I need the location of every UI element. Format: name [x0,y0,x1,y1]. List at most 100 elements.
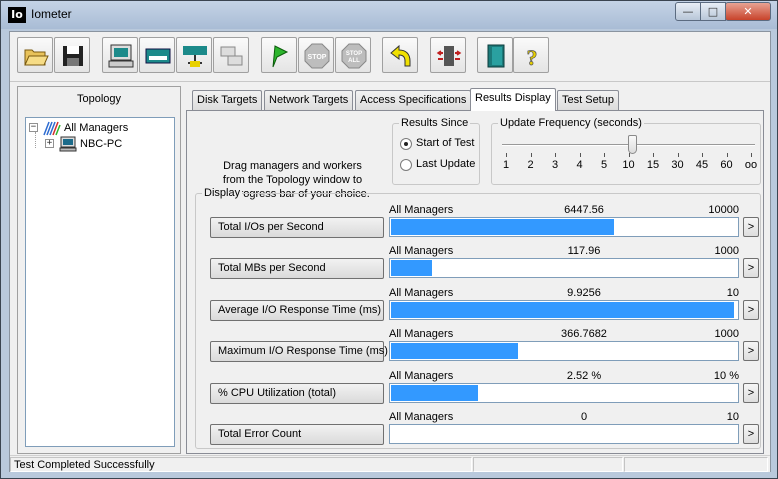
reset-workers-button[interactable] [382,37,418,73]
collapse-icon[interactable]: − [29,123,38,132]
radio-start-of-test-label[interactable]: Start of Test [416,137,475,149]
metric-progress-bar[interactable] [389,424,739,444]
metric-source-label: All Managers [389,245,454,258]
maximize-button[interactable]: □ [700,2,726,21]
question-mark-icon: ? [526,45,538,69]
update-frequency-slider-thumb[interactable] [628,135,637,154]
radio-last-update-label[interactable]: Last Update [416,158,475,170]
metric-source-label: All Managers [389,369,454,382]
close-button[interactable]: ✕ [725,2,771,21]
svg-text:?: ? [527,45,538,69]
stop-button[interactable]: STOP [298,37,334,73]
results-since-group: Results Since Start of Test Last Update [392,116,480,185]
start-disk-worker-button[interactable] [102,37,138,73]
results-display-panel: Drag managers and workers from the Topol… [186,110,764,454]
start-tests-button[interactable] [261,37,297,73]
iometer-app-icon: Io [8,7,26,23]
open-config-button[interactable] [17,37,53,73]
metric-more-button[interactable]: > [743,341,759,362]
update-frequency-group: Update Frequency (seconds) 1 2 3 4 5 10 15 30 45… [491,116,761,185]
about-button[interactable]: ? [513,37,549,73]
title-bar[interactable]: Io Iometer — □ ✕ [1,1,777,29]
save-config-button[interactable] [54,37,90,73]
slider-tick-label: 1 [502,159,510,171]
tabs-area: Disk Targets Network Targets Access Spec… [186,86,764,454]
tab-disk-targets[interactable]: Disk Targets [192,90,263,110]
all-managers-icon [43,121,61,136]
topology-title: Topology [76,93,122,105]
slider-tick-label: 10 [622,159,635,171]
disconnect-icon [220,46,243,66]
disconnect-button[interactable] [213,37,249,73]
slider-tick [751,153,752,157]
metric-select-button[interactable]: Maximum I/O Response Time (ms) [210,341,388,363]
slider-tick [604,153,605,157]
slider-tick-label: 4 [576,159,583,171]
metric-max-label: 1000 [714,245,739,258]
tree-connector [35,132,36,148]
metric-progress-bar[interactable] [389,217,739,237]
metric-value-label: 9.9256 [567,286,601,299]
metric-value-label: 0 [580,411,588,423]
metric-more-button[interactable]: > [743,299,759,320]
status-pane-3 [624,457,768,472]
metric-more-button[interactable]: > [743,382,759,403]
green-door-icon [487,44,505,68]
tab-results-display[interactable]: Results Display [470,88,556,111]
tree-label-all-managers: All Managers [64,122,129,134]
expand-icon[interactable]: + [45,139,54,148]
metric-value-label: 6447.56 [564,204,604,216]
metric-max-label: 1000 [714,328,739,341]
tab-network-targets[interactable]: Network Targets [264,90,354,110]
metric-select-button[interactable]: Total I/Os per Second [210,217,384,238]
slider-tick [555,153,556,157]
client-area: STOP STOP ALL ? Topology − All Managers … [9,31,771,472]
open-door-button[interactable] [477,37,513,73]
slider-tick-label: 3 [551,159,559,171]
metric-progress-bar[interactable] [389,299,739,320]
slider-tick [579,153,581,157]
metric-progress-bar[interactable] [389,341,739,362]
topology-tree[interactable]: − All Managers + NBC-PC [25,117,175,447]
slider-tick [530,153,532,157]
metric-more-button[interactable]: > [743,424,759,444]
metric-select-button[interactable]: Total MBs per Second [210,258,384,280]
tab-access-specifications[interactable]: Access Specifications [355,90,472,110]
stop-all-button[interactable]: STOP ALL [335,37,371,73]
metric-select-button[interactable]: Average I/O Response Time (ms) [210,299,384,321]
tab-test-setup[interactable]: Test Setup [557,90,619,110]
display-title: Display [202,186,243,200]
stop-all-sign-icon: STOP ALL [341,43,367,69]
duplicate-worker-button[interactable] [176,37,212,73]
metric-source-label: All Managers [389,411,454,423]
metric-source-label: All Managers [389,286,454,299]
metric-more-button[interactable]: > [743,258,759,279]
slider-tick-label: 5 [600,159,608,171]
slider-tick [726,153,728,157]
start-network-worker-button[interactable] [139,37,175,73]
slider-tick [677,153,679,157]
minimize-button[interactable]: — [675,2,701,21]
slider-tick [702,153,703,157]
slider-tick-label: 30 [671,159,684,171]
reset-arrow-icon [390,44,411,67]
metric-select-button[interactable]: Total Error Count [210,424,384,445]
metric-select-button[interactable]: % CPU Utilization (total) [210,382,384,404]
display-group: Display All Managers 6447.56 1000 0 Total I/… [195,186,761,449]
metric-progress-bar[interactable] [389,258,739,279]
status-text: Test Completed Successfully [14,459,155,471]
exit-iometer-button[interactable] [430,37,466,73]
slider-tick-label: oo [744,159,758,171]
radio-start-of-test[interactable] [400,138,412,150]
svg-text:ALL: ALL [348,58,360,64]
iometer-window: Io Iometer — □ ✕ STOP STOP ALL ? Topolog… [0,0,778,479]
metric-more-button[interactable]: > [743,217,759,237]
metric-source-label: All Managers [389,204,454,216]
update-frequency-title: Update Frequency (seconds) [498,116,644,130]
status-bar: Test Completed Successfully [10,455,770,472]
status-pane-2 [473,457,623,472]
metric-progress-fill [391,343,518,360]
network-worker-icon [145,48,171,64]
metric-progress-bar[interactable] [389,382,739,403]
radio-last-update[interactable] [400,159,412,171]
